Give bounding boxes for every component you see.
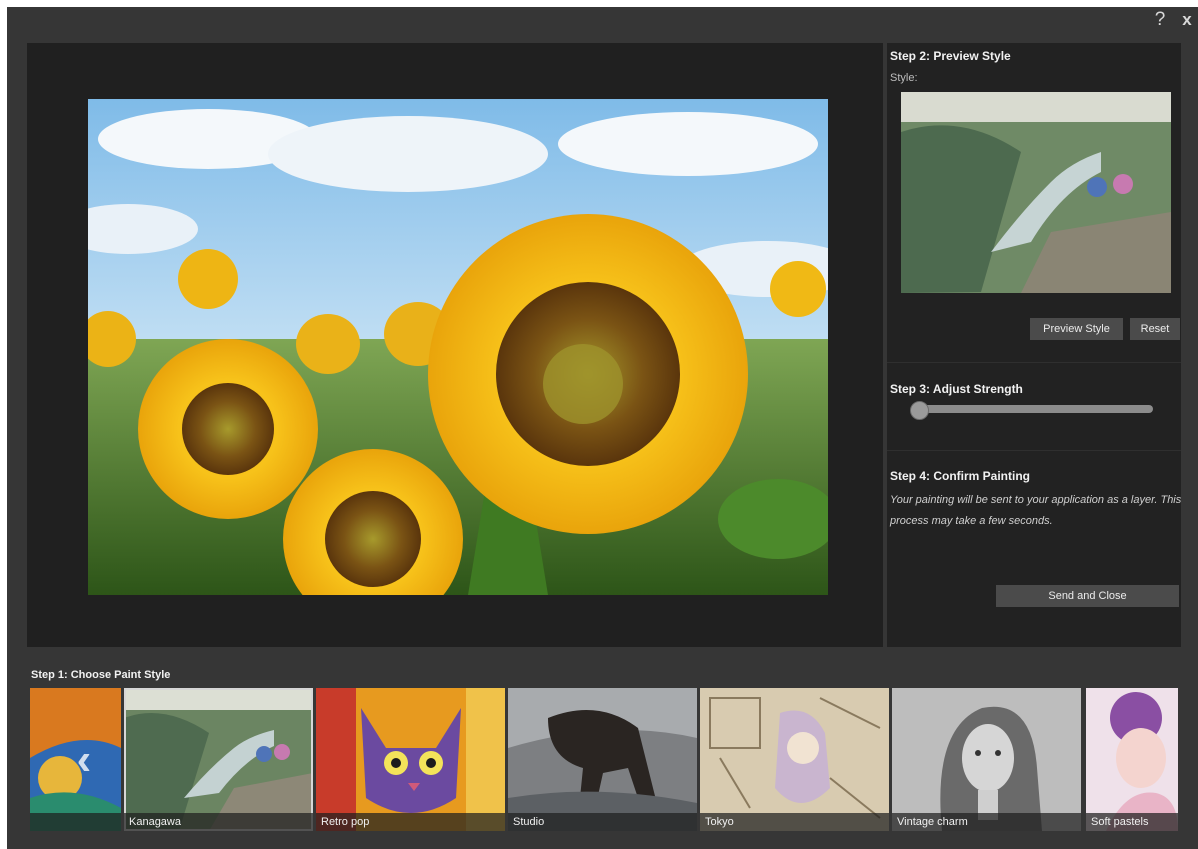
style-thumb-kanagawa[interactable]: Kanagawa	[124, 688, 313, 831]
source-photo	[88, 99, 828, 595]
scroll-left-button[interactable]: ‹	[66, 735, 102, 785]
help-button[interactable]: ?	[1150, 9, 1170, 31]
style-thumb-label: Tokyo	[700, 813, 889, 831]
style-thumb-label: Retro pop	[316, 813, 505, 831]
style-label: Style:	[890, 72, 918, 84]
preview-style-button[interactable]: Preview Style	[1030, 318, 1123, 340]
reset-button[interactable]: Reset	[1130, 318, 1180, 340]
divider	[887, 362, 1181, 363]
divider	[887, 450, 1181, 451]
strength-slider-thumb[interactable]	[910, 401, 929, 420]
step3-title: Step 3: Adjust Strength	[890, 382, 1023, 396]
send-and-close-button[interactable]: Send and Close	[996, 585, 1179, 607]
step4-title: Step 4: Confirm Painting	[890, 469, 1031, 483]
step2-title: Step 2: Preview Style	[890, 49, 1011, 63]
style-thumb-label: Soft pastels	[1086, 813, 1178, 831]
style-thumb-label: Studio	[508, 813, 697, 831]
style-thumb-label	[30, 813, 121, 831]
style-thumb-vintage-charm[interactable]: Vintage charm	[892, 688, 1081, 831]
style-thumb-tokyo[interactable]: Tokyo	[700, 688, 889, 831]
style-preview-image	[901, 92, 1171, 293]
style-thumb-label: Vintage charm	[892, 813, 1081, 831]
style-thumb-studio[interactable]: Studio	[508, 688, 697, 831]
style-thumb-retro-pop[interactable]: Retro pop	[316, 688, 505, 831]
style-thumb-soft-pastels[interactable]: Soft pastels	[1086, 688, 1178, 831]
step1-title: Step 1: Choose Paint Style	[31, 669, 171, 681]
step4-description: Your painting will be sent to your appli…	[890, 494, 1182, 527]
strength-slider-track[interactable]	[912, 405, 1153, 413]
close-button[interactable]: x	[1180, 9, 1194, 31]
style-thumb-label: Kanagawa	[124, 813, 313, 831]
